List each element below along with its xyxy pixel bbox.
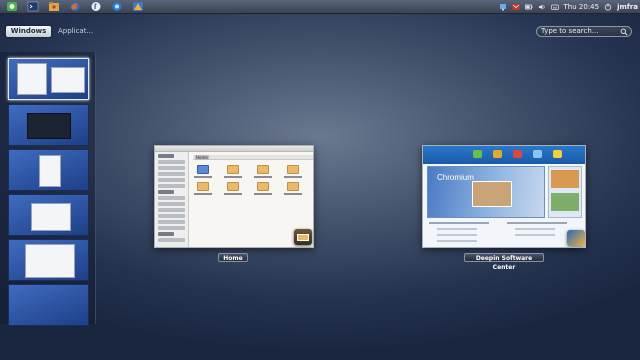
uninstall-icon[interactable]	[513, 150, 522, 158]
workspace-strip	[0, 52, 96, 326]
tab-applications[interactable]: Applicat...	[54, 26, 94, 37]
workspace-thumbnail[interactable]	[8, 58, 89, 100]
file-manager-icon	[49, 2, 59, 11]
software-center-header	[423, 146, 585, 164]
files-toolbar: Home	[193, 155, 313, 160]
folder-icon[interactable]	[287, 182, 299, 191]
folder-icon[interactable]	[197, 165, 209, 174]
featured-banner[interactable]: Chromium	[427, 166, 545, 218]
file-manager-launcher[interactable]	[45, 1, 63, 13]
chromium-launcher[interactable]	[108, 1, 126, 13]
workspace-thumbnail[interactable]	[8, 149, 89, 191]
side-image	[551, 170, 579, 188]
window-thumbnail	[27, 113, 71, 139]
workspace-thumbnail[interactable]	[8, 194, 89, 236]
file-manager-app-icon	[294, 229, 312, 245]
power-icon[interactable]	[604, 3, 612, 11]
workspace-thumbnail[interactable]	[8, 284, 89, 326]
window-caption-software-center[interactable]: Deepin Software Center	[464, 253, 544, 271]
window-caption-home[interactable]: Home	[218, 253, 248, 262]
folder-label	[254, 176, 272, 178]
list-header	[429, 222, 489, 224]
battery-icon[interactable]	[524, 3, 533, 11]
search-input[interactable]: Type to search...	[536, 26, 632, 37]
folder-icon[interactable]	[227, 165, 239, 174]
user-name[interactable]: jmfra	[617, 3, 638, 11]
folder-label	[194, 193, 212, 195]
files-sidebar	[155, 152, 189, 247]
window-thumbnail	[25, 244, 75, 278]
list-item[interactable]	[515, 234, 555, 236]
folder-label	[224, 176, 242, 178]
list-item[interactable]	[437, 234, 477, 236]
folder-label	[284, 176, 302, 178]
software-center-launcher[interactable]	[129, 1, 147, 13]
folder-icon[interactable]	[287, 165, 299, 174]
window-thumbnail	[31, 203, 71, 231]
update-icon[interactable]	[493, 150, 502, 158]
recommend-icon[interactable]	[533, 150, 542, 158]
folder-icon[interactable]	[257, 182, 269, 191]
search-placeholder: Type to search...	[541, 27, 599, 35]
window-preview-software-center[interactable]: Chromium	[422, 145, 586, 248]
settings-icon[interactable]	[553, 150, 562, 158]
folder-icon[interactable]	[257, 165, 269, 174]
firefox-icon	[70, 2, 80, 11]
list-header	[507, 222, 567, 224]
folder-icon[interactable]	[227, 182, 239, 191]
path-bar-home[interactable]: Home	[195, 155, 209, 160]
terminal-icon	[27, 1, 39, 12]
clock[interactable]: Thu 20:45	[564, 3, 600, 11]
folder-label	[254, 193, 272, 195]
fedora-launcher[interactable]	[87, 1, 105, 13]
keyboard-icon[interactable]	[550, 3, 559, 11]
software-center-icon	[133, 2, 143, 11]
terminal-launcher[interactable]	[24, 1, 42, 13]
volume-icon[interactable]	[538, 3, 546, 11]
folder-label	[194, 176, 212, 178]
firefox-launcher[interactable]	[66, 1, 84, 13]
folder-icon[interactable]	[197, 182, 209, 191]
list-item[interactable]	[437, 228, 477, 230]
window-thumbnail	[39, 155, 61, 187]
window-thumbnail	[17, 63, 47, 95]
search-icon	[620, 28, 628, 36]
side-image	[551, 193, 579, 211]
list-item[interactable]	[437, 240, 477, 242]
folder-label	[224, 193, 242, 195]
home-icon[interactable]	[473, 150, 482, 158]
notification-icon[interactable]	[512, 3, 520, 11]
window-preview-home[interactable]: Home	[154, 145, 314, 248]
workspace-thumbnail[interactable]	[8, 104, 89, 146]
software-center-app-icon	[567, 230, 585, 246]
menu-icon	[7, 2, 17, 11]
side-panel	[548, 166, 582, 218]
system-tray: Thu 20:45 jmfra	[499, 0, 638, 14]
tab-windows[interactable]: Windows	[6, 26, 51, 37]
window-thumbnail	[51, 67, 85, 93]
fedora-icon	[91, 2, 101, 11]
workspace-thumbnail[interactable]	[8, 239, 89, 281]
top-panel: Thu 20:45 jmfra	[0, 0, 640, 14]
folder-label	[284, 193, 302, 195]
network-icon[interactable]	[499, 3, 507, 11]
banner-title: Chromium	[437, 173, 474, 182]
list-item[interactable]	[515, 228, 555, 230]
chromium-icon	[112, 2, 122, 11]
banner-screenshot	[472, 181, 512, 207]
menu-launcher[interactable]	[3, 1, 21, 13]
